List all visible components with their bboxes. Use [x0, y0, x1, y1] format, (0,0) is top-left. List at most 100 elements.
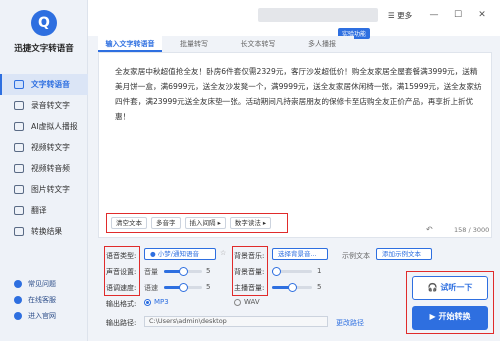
sidebar-item-label: 视频转音频 [31, 164, 70, 173]
output-path-field[interactable]: C:\Users\admin\desktop [144, 316, 328, 327]
polyphone-button[interactable]: 多音字 [151, 217, 181, 229]
convert-label: 开始转换 [438, 312, 471, 321]
support-icon [14, 295, 22, 304]
voice-select[interactable]: ● 小梦/通知语音 [144, 248, 216, 260]
text-editor[interactable]: 全友家居中秋超值抢全友！卧房6件套仅需2329元，客厅沙发超低价！购全友家居全屋… [98, 52, 492, 238]
app-logo-icon: Q [31, 10, 57, 36]
tab-text-input[interactable]: 输入文字转语音 [98, 36, 162, 52]
sidebar-item-ai-avatar[interactable]: AI虚拟人播报 [0, 116, 88, 137]
official-site-link[interactable]: 进入官网 [0, 308, 88, 323]
editor-content[interactable]: 全友家居中秋超值抢全友！卧房6件套仅需2329元，客厅沙发超低价！购全友家居全屋… [115, 64, 483, 124]
editor-toolbar: 清空文本 多音字 插入间隔 ▸ 数字读法 ▸ [106, 213, 288, 233]
char-counter: 158 / 3000 [454, 226, 490, 234]
slider-knob[interactable] [272, 267, 281, 276]
sidebar-item-video-to-text[interactable]: 视频转文字 [0, 137, 88, 158]
sidebar-item-label: 录音转文字 [31, 101, 70, 110]
clear-text-button[interactable]: 清空文本 [111, 217, 147, 229]
tab-batch[interactable]: 批量转写 [162, 36, 226, 52]
sidebar-nav: 文字转语音 录音转文字 AI虚拟人播报 视频转文字 视频转音频 图片转文字 翻译… [0, 74, 88, 242]
undo-icon[interactable]: ↶ [426, 225, 433, 234]
faq-link[interactable]: 常见问题 [0, 276, 88, 291]
sidebar-item-text-to-speech[interactable]: 文字转语音 [0, 74, 88, 95]
video-audio-icon [14, 164, 24, 173]
site-link-label: 进入官网 [28, 311, 56, 320]
insert-pause-button[interactable]: 插入间隔 ▸ [184, 217, 226, 229]
slider-knob[interactable] [179, 283, 188, 292]
speed-slider[interactable] [164, 283, 202, 292]
star-icon[interactable]: ☆ [220, 249, 226, 257]
volume-label: 声音设置: [106, 268, 137, 276]
voice-name: 小梦/通知语音 [157, 250, 199, 258]
main-volume-label: 主播音量: [234, 284, 265, 292]
translate-icon [14, 206, 24, 215]
account-area-blurred [258, 8, 378, 22]
titlebar: ☰ 更多 — ☐ ✕ 实验功能 [88, 0, 500, 39]
video-icon [14, 143, 24, 152]
slider-knob[interactable] [179, 267, 188, 276]
sidebar-item-label: 文字转语音 [31, 80, 70, 89]
microphone-icon [14, 101, 24, 110]
start-convert-button[interactable]: ▶ 开始转换 [412, 306, 488, 330]
sidebar: Q 迅捷文字转语音 文字转语音 录音转文字 AI虚拟人播报 视频转文字 视频转音… [0, 0, 88, 341]
preview-label: 试听一下 [440, 283, 473, 292]
mp3-radio[interactable] [144, 299, 151, 306]
sidebar-item-results[interactable]: 转换结果 [0, 221, 88, 242]
support-link-label: 在线客服 [28, 295, 56, 304]
avatar: ● [150, 250, 158, 258]
menu-icon: ☰ [388, 11, 398, 20]
faq-link-label: 常见问题 [28, 279, 56, 288]
ai-avatar-icon [14, 122, 24, 131]
tab-long-text[interactable]: 长文本转写 [226, 36, 290, 52]
voice-type-label: 语音类型: [106, 252, 137, 260]
minimize-button[interactable]: — [428, 9, 440, 21]
headphones-icon: 🎧 [427, 283, 441, 292]
speed-value: 5 [206, 283, 211, 291]
speed-label: 语调速度: [106, 284, 137, 292]
sidebar-links: 常见问题 在线客服 进入官网 [0, 276, 88, 324]
main-volume-slider[interactable] [272, 283, 312, 292]
bg-volume-label: 背景音量: [234, 268, 265, 276]
close-button[interactable]: ✕ [476, 9, 488, 21]
preview-button[interactable]: 🎧 试听一下 [412, 276, 488, 300]
app-name: 迅捷文字转语音 [14, 44, 74, 54]
change-path-link[interactable]: 更改路径 [336, 318, 364, 328]
sample-text-label: 示例文本 [342, 252, 370, 260]
volume-sub-label: 音量 [144, 268, 158, 276]
sidebar-item-audio-to-text[interactable]: 录音转文字 [0, 95, 88, 116]
add-sample-button[interactable]: 添加示例文本 [376, 248, 432, 260]
number-reading-button[interactable]: 数字读法 ▸ [229, 217, 272, 229]
sidebar-item-translate[interactable]: 翻译 [0, 200, 88, 221]
tab-multi-speaker[interactable]: 多人播报 [290, 36, 354, 52]
maximize-button[interactable]: ☐ [452, 9, 464, 21]
volume-value: 5 [206, 267, 211, 275]
text-to-speech-icon [14, 80, 24, 89]
bg-music-select[interactable]: 选择背景音... [272, 248, 328, 260]
wav-label: WAV [244, 298, 260, 306]
output-path-label: 输出路径: [106, 319, 137, 327]
sidebar-item-label: AI虚拟人播报 [31, 122, 78, 131]
wav-radio[interactable] [234, 299, 241, 306]
home-icon [14, 311, 22, 320]
main-volume-value: 5 [317, 283, 322, 291]
speed-sub-label: 语速 [144, 284, 158, 292]
tab-bar: 输入文字转语音 批量转写 长文本转写 多人播报 [98, 36, 492, 52]
format-label: 输出格式: [106, 300, 137, 308]
image-icon [14, 185, 24, 194]
sidebar-item-label: 图片转文字 [31, 185, 70, 194]
sidebar-item-video-to-audio[interactable]: 视频转音频 [0, 158, 88, 179]
bg-volume-value: 1 [317, 267, 322, 275]
bg-volume-slider[interactable] [272, 267, 312, 276]
mp3-label: MP3 [154, 298, 169, 306]
more-label: 更多 [397, 11, 413, 20]
sidebar-item-label: 翻译 [31, 206, 47, 215]
help-icon [14, 279, 22, 288]
volume-slider[interactable] [164, 267, 202, 276]
slider-knob[interactable] [288, 283, 297, 292]
results-icon [14, 227, 24, 236]
online-support-link[interactable]: 在线客服 [0, 292, 88, 307]
sidebar-item-image-to-text[interactable]: 图片转文字 [0, 179, 88, 200]
bg-music-label: 背景音乐: [234, 252, 265, 260]
more-menu[interactable]: ☰ 更多 [388, 10, 412, 21]
sidebar-item-label: 视频转文字 [31, 143, 70, 152]
sidebar-item-label: 转换结果 [31, 227, 63, 236]
